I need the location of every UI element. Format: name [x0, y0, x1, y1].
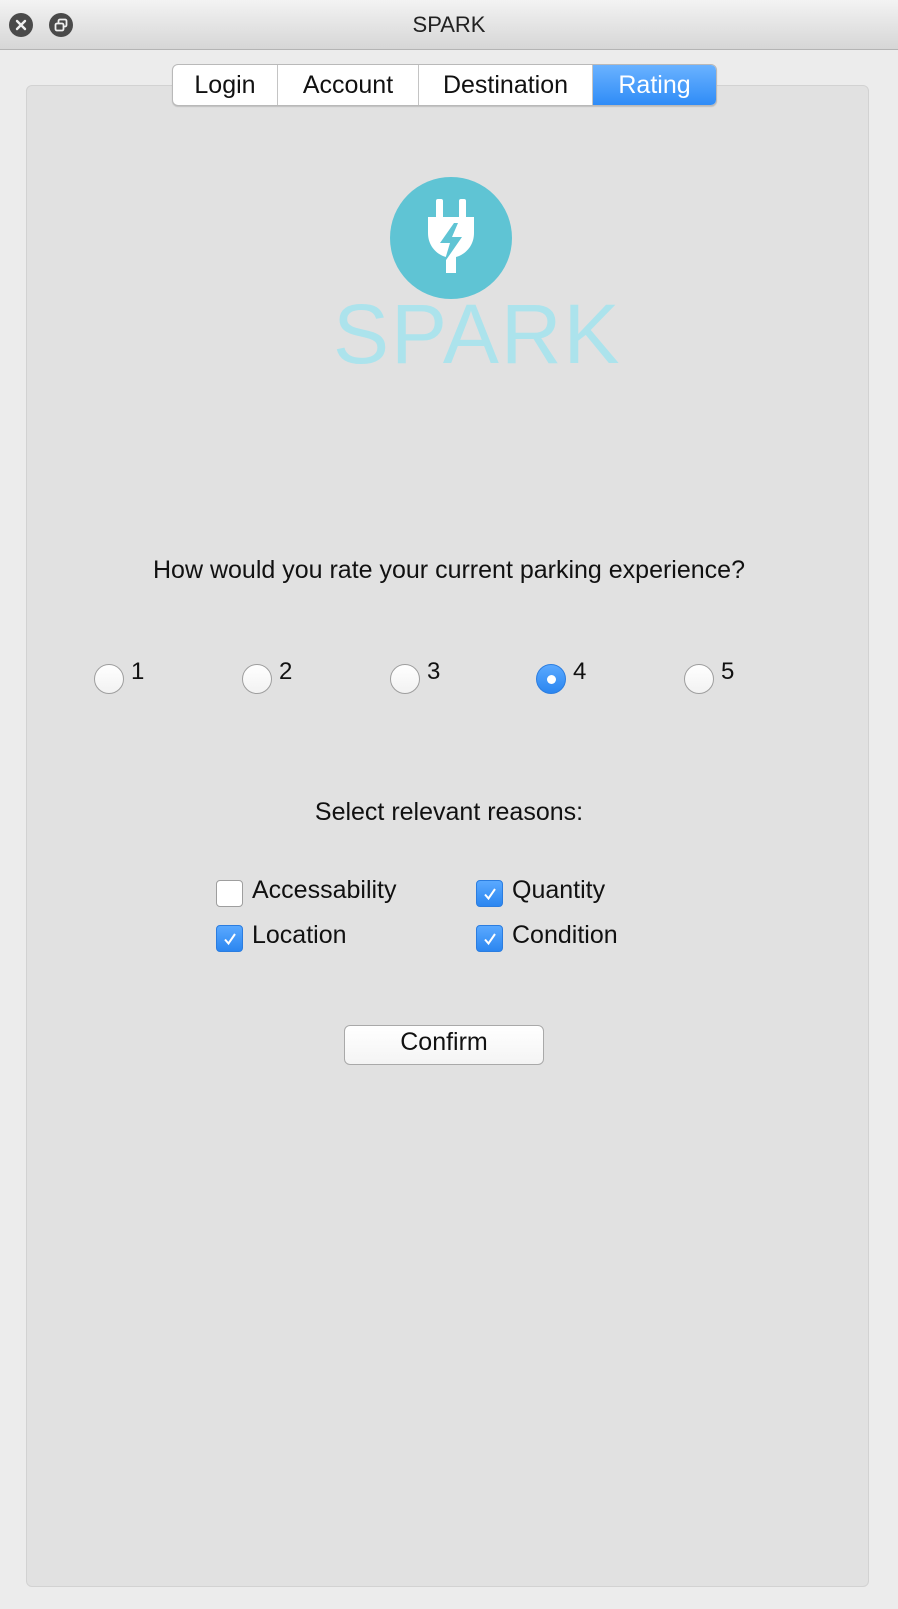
- rating-option-label: 3: [427, 658, 441, 685]
- confirm-button[interactable]: Confirm: [344, 1025, 544, 1065]
- reasons-title: Select relevant reasons:: [314, 798, 584, 826]
- checkbox-checked[interactable]: [216, 925, 243, 952]
- tab-login[interactable]: Login: [173, 65, 278, 105]
- rating-option-label: 5: [721, 658, 735, 685]
- plug-bolt-icon: [428, 199, 474, 273]
- logo-badge: [390, 177, 512, 299]
- radio-button[interactable]: [94, 664, 124, 694]
- checkmark-icon: [483, 932, 496, 945]
- reason-location[interactable]: Location: [216, 921, 347, 952]
- rating-option-label: 2: [279, 658, 293, 685]
- rating-option-label: 4: [573, 658, 587, 685]
- checkbox-checked[interactable]: [476, 925, 503, 952]
- reason-label: Quantity: [512, 876, 606, 904]
- reason-accessability[interactable]: Accessability: [216, 876, 397, 907]
- tab-bar: Login Account Destination Rating: [172, 64, 717, 106]
- tab-account[interactable]: Account: [278, 65, 419, 105]
- window-title: SPARK: [412, 12, 486, 37]
- reason-label: Accessability: [252, 876, 397, 904]
- reason-label: Condition: [512, 921, 618, 949]
- radio-button[interactable]: [242, 664, 272, 694]
- title-bar: SPARK: [0, 0, 898, 50]
- radio-button-selected[interactable]: [536, 664, 566, 694]
- rating-option-2[interactable]: 2: [242, 658, 292, 694]
- checkbox-checked[interactable]: [476, 880, 503, 907]
- tab-rating[interactable]: Rating: [593, 65, 716, 105]
- radio-button[interactable]: [684, 664, 714, 694]
- rating-option-3[interactable]: 3: [390, 658, 440, 694]
- radio-button[interactable]: [390, 664, 420, 694]
- checkmark-icon: [223, 932, 236, 945]
- checkmark-icon: [483, 887, 496, 900]
- tab-destination[interactable]: Destination: [419, 65, 593, 105]
- reason-condition[interactable]: Condition: [476, 921, 618, 952]
- logo-wordmark: SPARK: [333, 287, 622, 381]
- rating-option-4[interactable]: 4: [536, 658, 586, 694]
- reason-quantity[interactable]: Quantity: [476, 876, 605, 907]
- rating-option-1[interactable]: 1: [94, 658, 144, 694]
- reason-label: Location: [252, 921, 347, 949]
- rating-option-5[interactable]: 5: [684, 658, 734, 694]
- checkbox[interactable]: [216, 880, 243, 907]
- rating-option-label: 1: [131, 658, 145, 685]
- rating-question: How would you rate your current parking …: [153, 556, 745, 584]
